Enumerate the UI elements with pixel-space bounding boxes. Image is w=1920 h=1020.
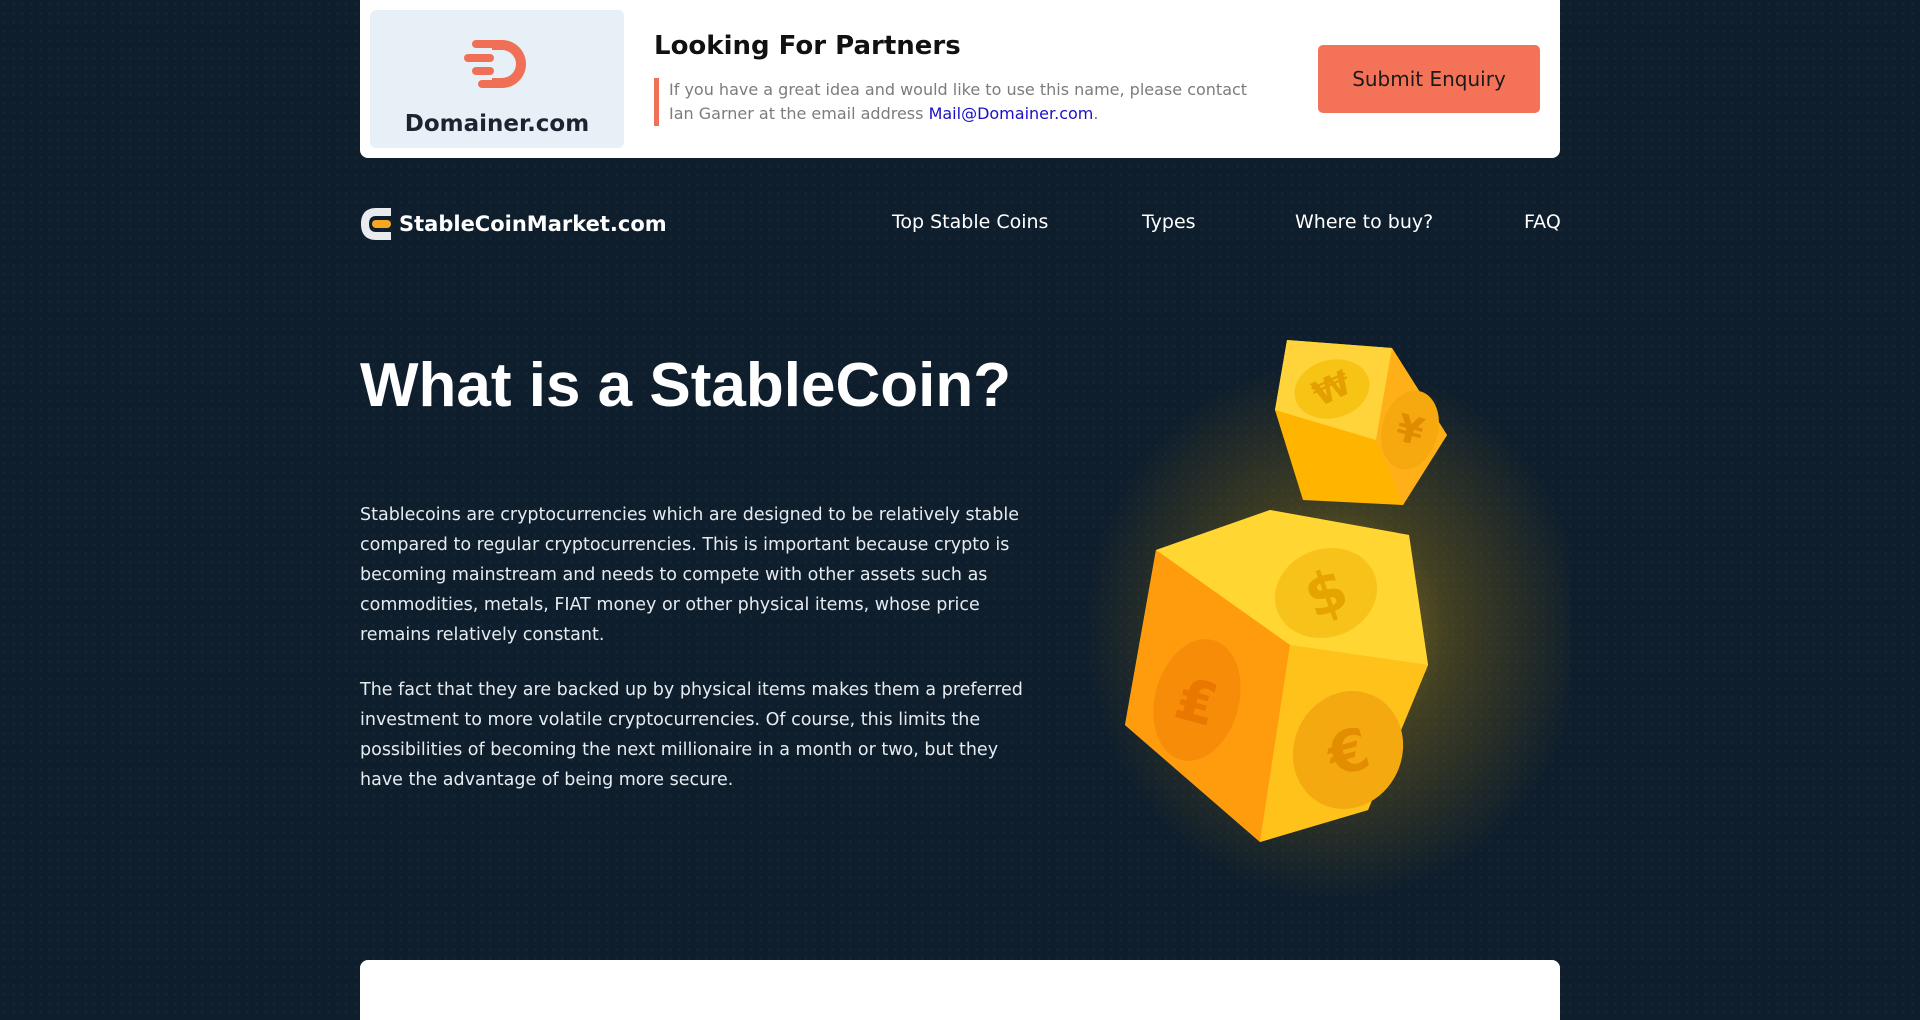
hero-title: What is a StableCoin? bbox=[360, 351, 1012, 420]
golden-dice-illustration-icon: ₩ ¥ $ ₤ € bbox=[1085, 340, 1570, 900]
content-card bbox=[360, 960, 1560, 1020]
banner-description-period: . bbox=[1093, 104, 1099, 123]
nav-where-to-buy[interactable]: Where to buy? bbox=[1295, 211, 1433, 233]
hero-paragraph-2: The fact that they are backed up by phys… bbox=[360, 680, 1023, 790]
nav-top-stable-coins[interactable]: Top Stable Coins bbox=[892, 211, 1048, 233]
nav-types[interactable]: Types bbox=[1142, 211, 1196, 233]
partner-banner: Domainer.com Looking For Partners If you… bbox=[360, 0, 1560, 158]
submit-enquiry-button[interactable]: Submit Enquiry bbox=[1318, 45, 1540, 113]
domainer-logo-icon bbox=[464, 40, 526, 88]
site-logo[interactable]: StableCoinMarket.com bbox=[360, 207, 667, 241]
domainer-brand-box[interactable]: Domainer.com bbox=[370, 10, 624, 148]
contact-email-link[interactable]: Mail@Domainer.com bbox=[929, 104, 1094, 123]
site-logo-text: StableCoinMarket.com bbox=[399, 212, 667, 236]
banner-title: Looking For Partners bbox=[654, 31, 961, 61]
nav-faq[interactable]: FAQ bbox=[1524, 211, 1561, 233]
domainer-brand-name: Domainer.com bbox=[404, 111, 590, 137]
banner-description: If you have a great idea and would like … bbox=[654, 78, 1274, 126]
stablecoin-logo-icon bbox=[361, 208, 391, 240]
hero-paragraph-1: Stablecoins are cryptocurrencies which a… bbox=[360, 505, 1020, 645]
